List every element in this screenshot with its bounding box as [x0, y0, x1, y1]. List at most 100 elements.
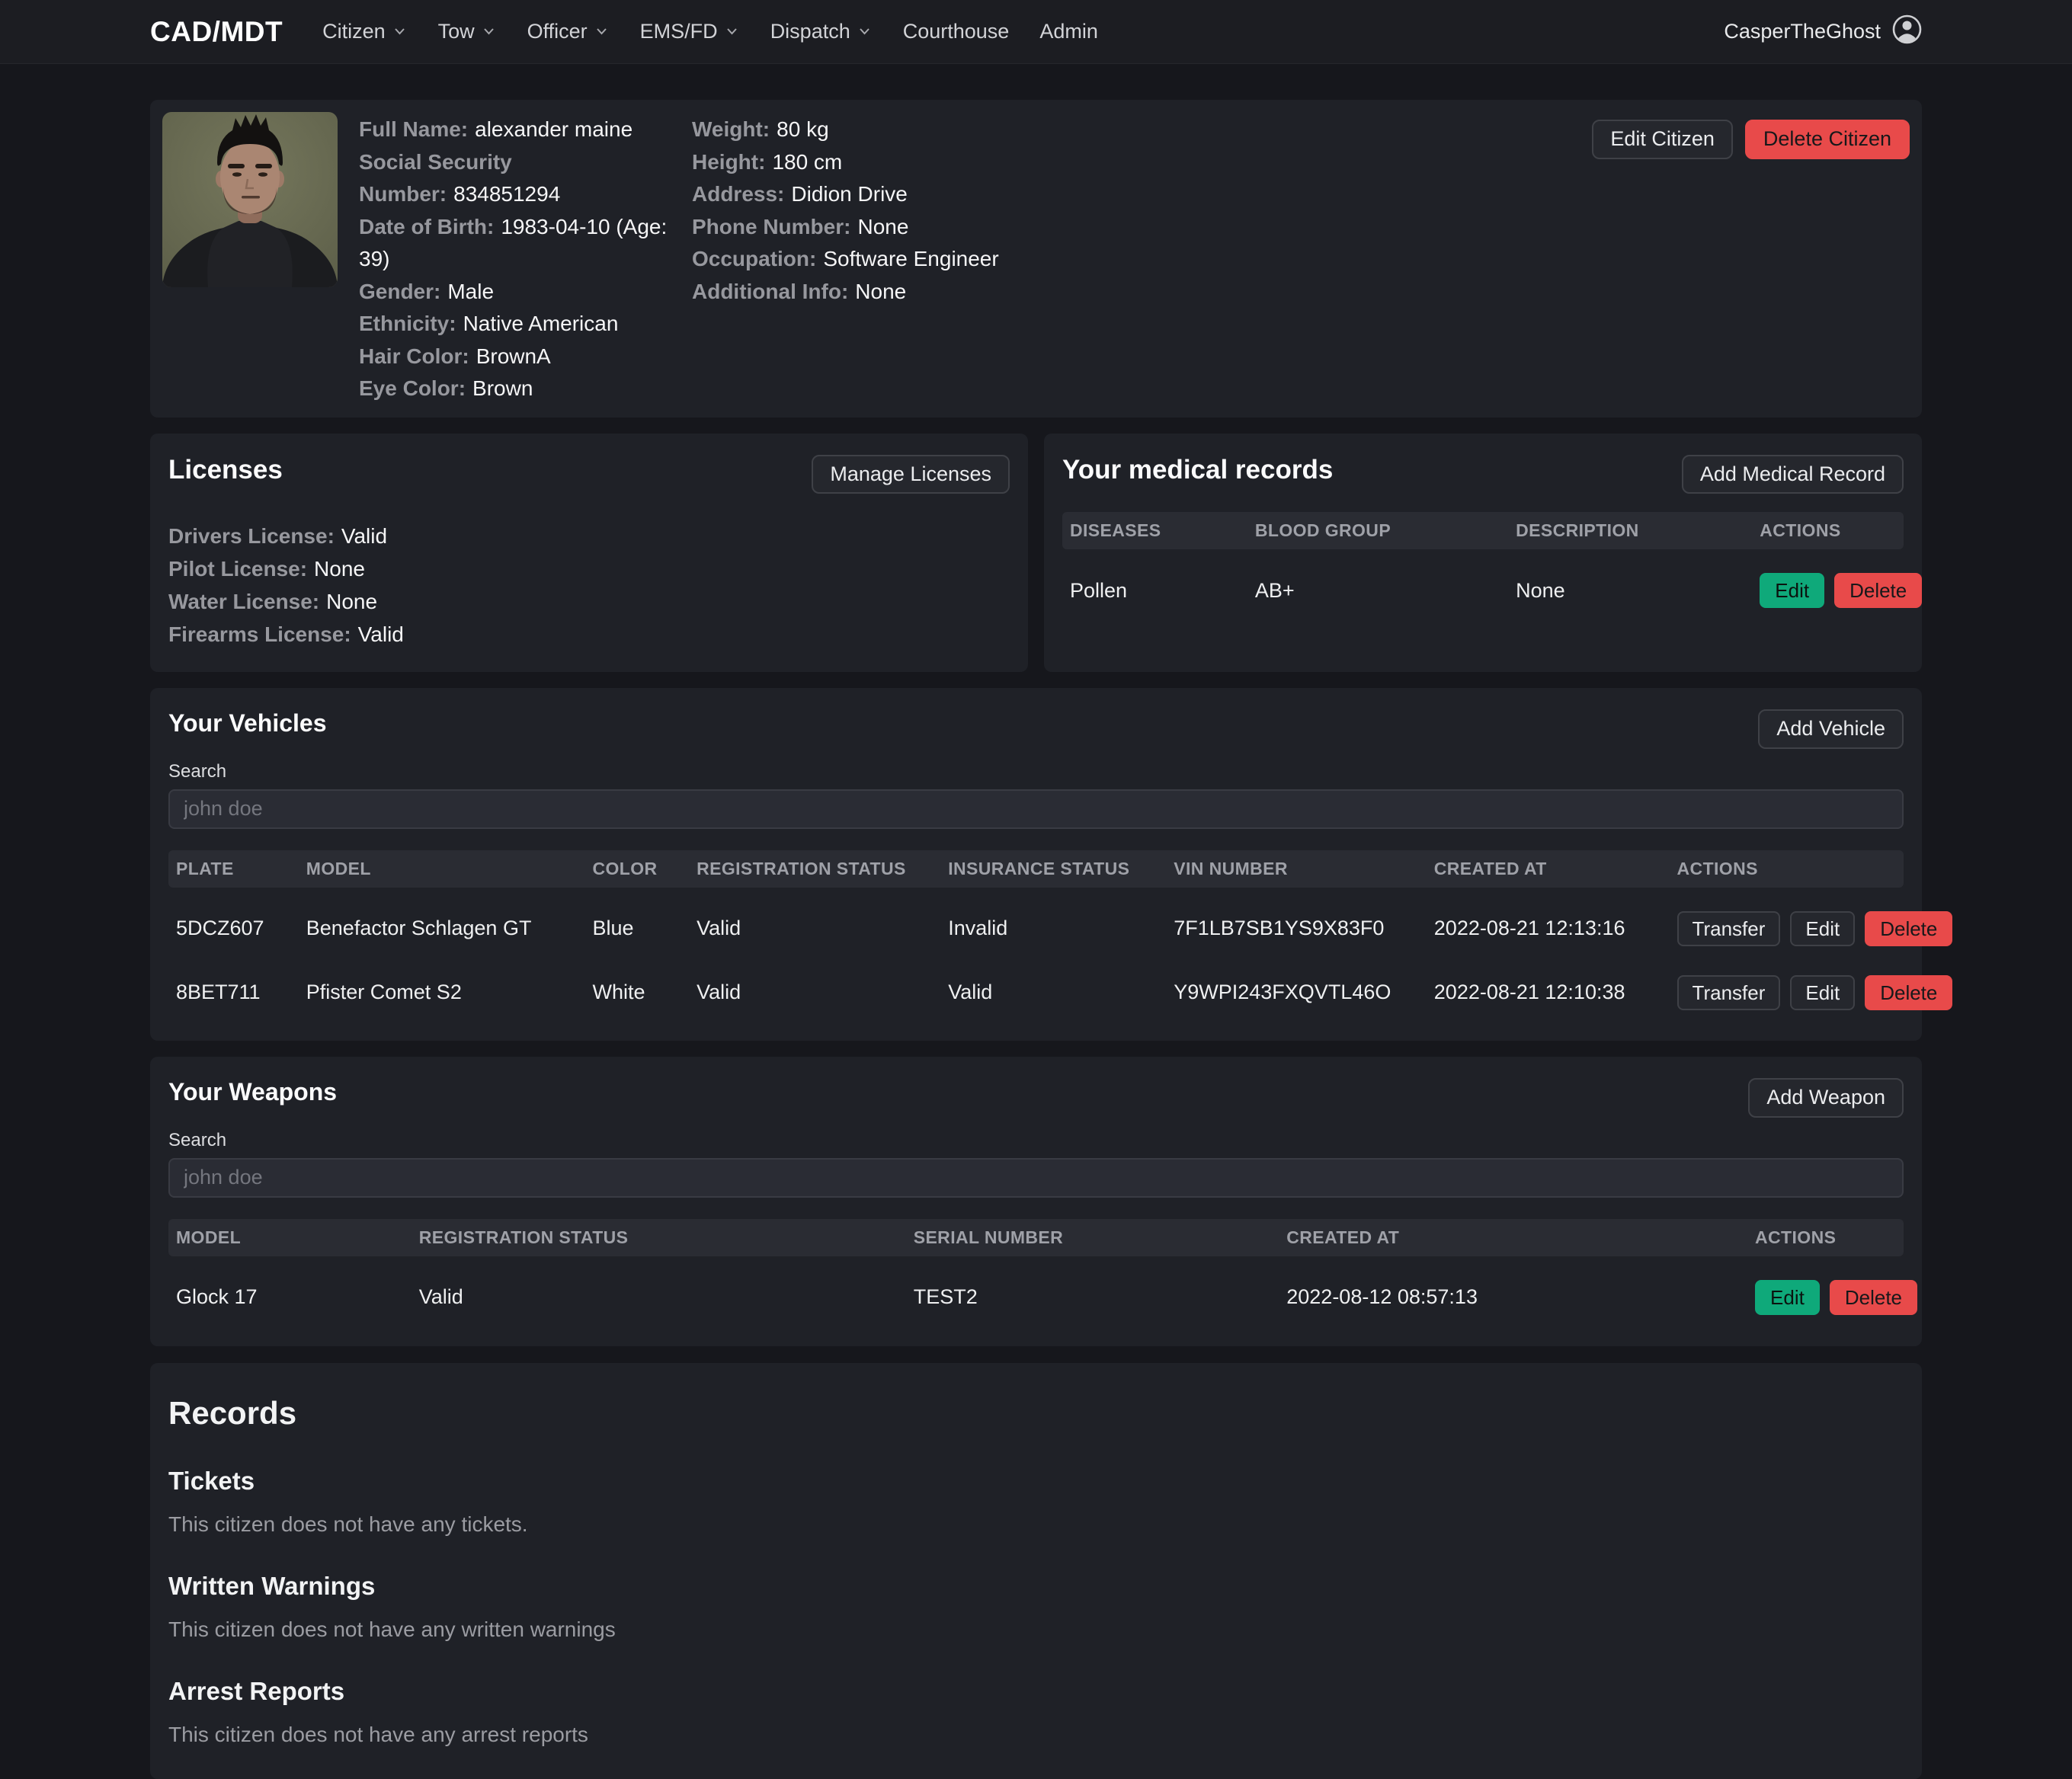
column-header: SERIAL NUMBER [906, 1227, 1279, 1248]
username: CasperTheGhost [1724, 20, 1881, 43]
nav-menu: Citizen Tow Officer EMS/FD Dispatch Cour… [322, 20, 1098, 44]
app-logo[interactable]: CAD/MDT [150, 16, 283, 48]
vehicles-search-label: Search [168, 761, 1904, 782]
delete-vehicle-button[interactable]: Delete [1865, 975, 1952, 1011]
field-ssn: Social Security Number:834851294 [359, 146, 692, 211]
column-header: REGISTRATION STATUS [689, 859, 940, 879]
navbar: CAD/MDT Citizen Tow Officer EMS/FD Dispa… [0, 0, 2072, 64]
model-cell: Glock 17 [168, 1285, 412, 1309]
edit-weapon-button[interactable]: Edit [1755, 1280, 1820, 1316]
column-header: MODEL [168, 1227, 412, 1248]
plate-cell: 5DCZ607 [168, 917, 299, 940]
transfer-vehicle-button[interactable]: Transfer [1677, 975, 1781, 1011]
column-header: PLATE [168, 859, 299, 879]
field-full-name: Full Name:alexander maine [359, 114, 692, 146]
add-weapon-button[interactable]: Add Weapon [1748, 1078, 1904, 1118]
nav-item-label: Courthouse [903, 20, 1010, 43]
vehicle-row: 5DCZ607 Benefactor Schlagen GT Blue Vali… [168, 906, 1904, 952]
nav-item-citizen[interactable]: Citizen [322, 20, 408, 44]
registration-status-cell: Valid [689, 981, 940, 1004]
weapons-table: MODEL REGISTRATION STATUS SERIAL NUMBER … [168, 1219, 1904, 1320]
nav-item-dispatch[interactable]: Dispatch [770, 20, 873, 44]
edit-citizen-button[interactable]: Edit Citizen [1592, 120, 1733, 159]
license-list: Drivers License:Valid Pilot License:None… [168, 520, 1010, 651]
transfer-vehicle-button[interactable]: Transfer [1677, 911, 1781, 947]
chevron-down-icon [392, 20, 408, 44]
add-medical-record-button[interactable]: Add Medical Record [1682, 455, 1904, 494]
nav-item-tow[interactable]: Tow [438, 20, 497, 44]
field-weight: Weight:80 kg [692, 114, 999, 146]
blood-group-cell: AB+ [1247, 579, 1508, 603]
chevron-down-icon [724, 20, 740, 44]
column-header: ACTIONS [1747, 1227, 1904, 1248]
column-header: BLOOD GROUP [1247, 520, 1508, 541]
tickets-heading: Tickets [168, 1467, 1904, 1496]
arrest-reports-heading: Arrest Reports [168, 1677, 1904, 1706]
edit-vehicle-button[interactable]: Edit [1790, 975, 1855, 1011]
nav-item-label: Admin [1039, 20, 1098, 43]
field-gender: Gender:Male [359, 276, 692, 309]
delete-vehicle-button[interactable]: Delete [1865, 911, 1952, 947]
add-vehicle-button[interactable]: Add Vehicle [1758, 709, 1904, 749]
insurance-status-cell: Valid [940, 981, 1166, 1004]
column-header: DESCRIPTION [1508, 520, 1752, 541]
records-card: Records Tickets This citizen does not ha… [150, 1363, 1922, 1779]
user-menu[interactable]: CasperTheGhost [1724, 14, 1922, 50]
vin-number-cell: Y9WPI243FXQVTL46O [1166, 981, 1427, 1004]
user-icon [1892, 14, 1922, 50]
citizen-info: Full Name:alexander maine Social Securit… [359, 112, 999, 405]
column-header: ACTIONS [1752, 520, 1904, 541]
model-cell: Pfister Comet S2 [299, 981, 585, 1004]
weapons-search-input[interactable] [168, 1158, 1904, 1198]
registration-status-cell: Valid [412, 1285, 906, 1309]
nav-item-label: Officer [527, 20, 588, 43]
vehicles-table-header: PLATE MODEL COLOR REGISTRATION STATUS IN… [168, 850, 1904, 888]
vehicle-row: 8BET711 Pfister Comet S2 White Valid Val… [168, 970, 1904, 1016]
medical-row: Pollen AB+ None Edit Delete [1062, 568, 1904, 613]
tickets-empty-text: This citizen does not have any tickets. [168, 1512, 1904, 1537]
column-header: INSURANCE STATUS [940, 859, 1166, 879]
medical-title: Your medical records [1062, 455, 1333, 485]
field-hair-color: Hair Color:BrownA [359, 341, 692, 373]
nav-item-admin[interactable]: Admin [1039, 20, 1098, 43]
vehicles-card: Your Vehicles Add Vehicle Search PLATE M… [150, 688, 1922, 1041]
written-warnings-heading: Written Warnings [168, 1572, 1904, 1601]
delete-weapon-button[interactable]: Delete [1830, 1280, 1917, 1316]
field-additional-info: Additional Info:None [692, 276, 999, 309]
chevron-down-icon [481, 20, 497, 44]
field-phone: Phone Number:None [692, 211, 999, 244]
edit-medical-button[interactable]: Edit [1760, 573, 1824, 609]
registration-status-cell: Valid [689, 917, 940, 940]
delete-citizen-button[interactable]: Delete Citizen [1745, 120, 1910, 159]
nav-item-courthouse[interactable]: Courthouse [903, 20, 1010, 43]
created-at-cell: 2022-08-21 12:10:38 [1427, 981, 1670, 1004]
license-water: Water License:None [168, 585, 1010, 618]
records-title: Records [168, 1395, 1904, 1432]
column-header: CREATED AT [1427, 859, 1670, 879]
column-header: COLOR [584, 859, 689, 879]
nav-item-label: Tow [438, 20, 475, 43]
nav-item-officer[interactable]: Officer [527, 20, 610, 44]
vehicles-search-input[interactable] [168, 789, 1904, 829]
manage-licenses-button[interactable]: Manage Licenses [812, 455, 1010, 494]
nav-item-label: Citizen [322, 20, 386, 43]
license-pilot: Pilot License:None [168, 552, 1010, 585]
field-eye-color: Eye Color:Brown [359, 373, 692, 405]
column-header: DISEASES [1062, 520, 1247, 541]
chevron-down-icon [857, 20, 873, 44]
medical-records-card: Your medical records Add Medical Record … [1044, 434, 1922, 673]
delete-medical-button[interactable]: Delete [1834, 573, 1922, 609]
vehicles-title: Your Vehicles [168, 709, 327, 738]
nav-item-label: EMS/FD [640, 20, 718, 43]
edit-vehicle-button[interactable]: Edit [1790, 911, 1855, 947]
description-cell: None [1508, 579, 1752, 603]
column-header: MODEL [299, 859, 585, 879]
weapons-card: Your Weapons Add Weapon Search MODEL REG… [150, 1057, 1922, 1346]
diseases-cell: Pollen [1062, 579, 1247, 603]
weapons-search-label: Search [168, 1130, 1904, 1151]
written-warnings-empty-text: This citizen does not have any written w… [168, 1617, 1904, 1642]
citizen-card: Full Name:alexander maine Social Securit… [150, 100, 1922, 418]
color-cell: White [584, 981, 689, 1004]
nav-item-emsfd[interactable]: EMS/FD [640, 20, 740, 44]
field-occupation: Occupation:Software Engineer [692, 243, 999, 276]
